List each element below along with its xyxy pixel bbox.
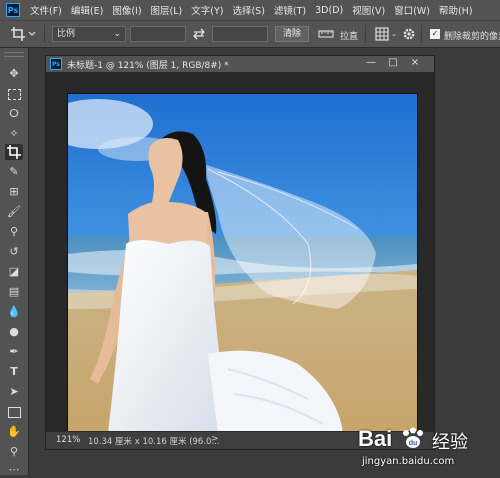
straighten-label[interactable]: 拉直 — [340, 29, 358, 42]
clone-stamp-tool-icon[interactable]: ⚲ — [5, 224, 23, 240]
bride-beach-photo — [68, 94, 417, 433]
lasso-tool-icon[interactable]: ⵔ — [5, 106, 23, 122]
baidu-jingyan-watermark: Bai du 经验 jingyan.baidu.com — [352, 424, 500, 475]
document-title-bar[interactable]: Ps 未标题-1 @ 121% (图层 1, RGB/8#) * — □ × — [46, 56, 434, 73]
delete-cropped-pixels-checkbox[interactable]: ✓ — [430, 29, 440, 39]
maximize-button[interactable]: □ — [386, 57, 400, 68]
menu-file[interactable]: 文件(F) — [30, 3, 62, 17]
gradient-tool-icon[interactable]: ▤ — [5, 284, 23, 300]
blur-tool-icon[interactable]: 💧 — [5, 304, 23, 320]
move-tool-icon[interactable]: ✥ — [5, 66, 23, 82]
marquee-tool-icon[interactable] — [5, 86, 23, 102]
photoshop-logo-icon[interactable]: Ps — [6, 3, 20, 17]
options-bar: 比例 ⌄ 清除 拉直 ⌄ ✓ 删除裁剪的像素 — [0, 20, 500, 48]
tools-panel: ✥ ⵔ ✧ ✎ ⊞ 🖌 ⚲ ↺ ◪ ▤ 💧 ● ✒ T ➤ ✋ ⚲ ⋯ — [0, 48, 29, 478]
grid-overlay-icon[interactable] — [375, 27, 389, 44]
menu-image[interactable]: 图像(I) — [112, 3, 141, 17]
ratio-select[interactable]: 比例 ⌄ — [52, 26, 126, 42]
healing-brush-tool-icon[interactable]: ⊞ — [5, 184, 23, 200]
clear-button[interactable]: 清除 — [275, 26, 309, 42]
dodge-tool-icon[interactable]: ● — [5, 324, 23, 340]
swap-arrows-icon[interactable] — [192, 27, 206, 44]
brush-tool-icon[interactable]: 🖌 — [5, 204, 23, 220]
paw-icon: du — [400, 427, 426, 451]
photoshop-doc-icon: Ps — [50, 58, 62, 70]
baidu-brand: Bai — [358, 426, 393, 451]
menu-layer[interactable]: 图层(L) — [151, 3, 183, 17]
width-field[interactable] — [130, 26, 186, 42]
svg-text:du: du — [409, 440, 418, 447]
separator — [421, 25, 422, 43]
history-brush-tool-icon[interactable]: ↺ — [5, 244, 23, 260]
document-title: 未标题-1 @ 121% (图层 1, RGB/8#) * — [67, 61, 229, 71]
type-tool-icon[interactable]: T — [5, 364, 23, 380]
menu-type[interactable]: 文字(Y) — [191, 3, 223, 17]
gear-icon[interactable] — [402, 27, 416, 44]
pen-tool-icon[interactable]: ✒ — [5, 344, 23, 360]
path-selection-tool-icon[interactable]: ➤ — [5, 384, 23, 400]
status-menu-arrow[interactable]: > — [211, 434, 219, 444]
canvas-area[interactable] — [46, 73, 434, 433]
magic-wand-tool-icon[interactable]: ✧ — [5, 126, 23, 142]
document-window: Ps 未标题-1 @ 121% (图层 1, RGB/8#) * — □ × 1… — [45, 55, 435, 450]
menu-bar: Ps 文件(F) 编辑(E) 图像(I) 图层(L) 文字(Y) 选择(S) 滤… — [0, 0, 500, 20]
zoom-tool-icon[interactable]: ⚲ — [5, 444, 23, 460]
minimize-button[interactable]: — — [364, 57, 378, 68]
menu-filter[interactable]: 滤镜(T) — [274, 3, 306, 17]
eyedropper-tool-icon[interactable]: ✎ — [5, 164, 23, 180]
close-button[interactable]: × — [408, 57, 422, 68]
chevron-down-icon: ⌄ — [113, 29, 121, 39]
separator — [44, 25, 45, 43]
separator — [365, 25, 366, 43]
canvas-photo[interactable] — [68, 94, 417, 433]
ratio-select-value: 比例 — [57, 29, 76, 39]
hand-tool-icon[interactable]: ✋ — [5, 424, 23, 440]
menu-select[interactable]: 选择(S) — [232, 3, 264, 17]
menu-help[interactable]: 帮助(H) — [439, 3, 473, 17]
straighten-icon[interactable] — [318, 28, 334, 43]
menu-view[interactable]: 视图(V) — [352, 3, 385, 17]
document-size-info: 10.34 厘米 x 10.16 厘米 (96.0... — [88, 437, 220, 447]
watermark-site: jingyan.baidu.com — [362, 456, 455, 467]
crop-tool-preset-icon[interactable] — [10, 26, 36, 45]
menu-window[interactable]: 窗口(W) — [394, 3, 430, 17]
jingyan-label: 经验 — [432, 432, 468, 453]
delete-cropped-pixels-label: 删除裁剪的像素 — [444, 32, 500, 42]
rectangle-tool-icon[interactable] — [5, 404, 23, 420]
menu-3d[interactable]: 3D(D) — [315, 5, 343, 16]
more-tools-icon[interactable]: ⋯ — [5, 462, 23, 478]
height-field[interactable] — [212, 26, 268, 42]
panel-grip[interactable] — [4, 52, 24, 57]
crop-tool-icon[interactable] — [5, 144, 23, 160]
zoom-level[interactable]: 121% — [56, 435, 80, 445]
menu-edit[interactable]: 编辑(E) — [71, 3, 103, 17]
chevron-down-icon[interactable]: ⌄ — [391, 30, 397, 38]
eraser-tool-icon[interactable]: ◪ — [5, 264, 23, 280]
